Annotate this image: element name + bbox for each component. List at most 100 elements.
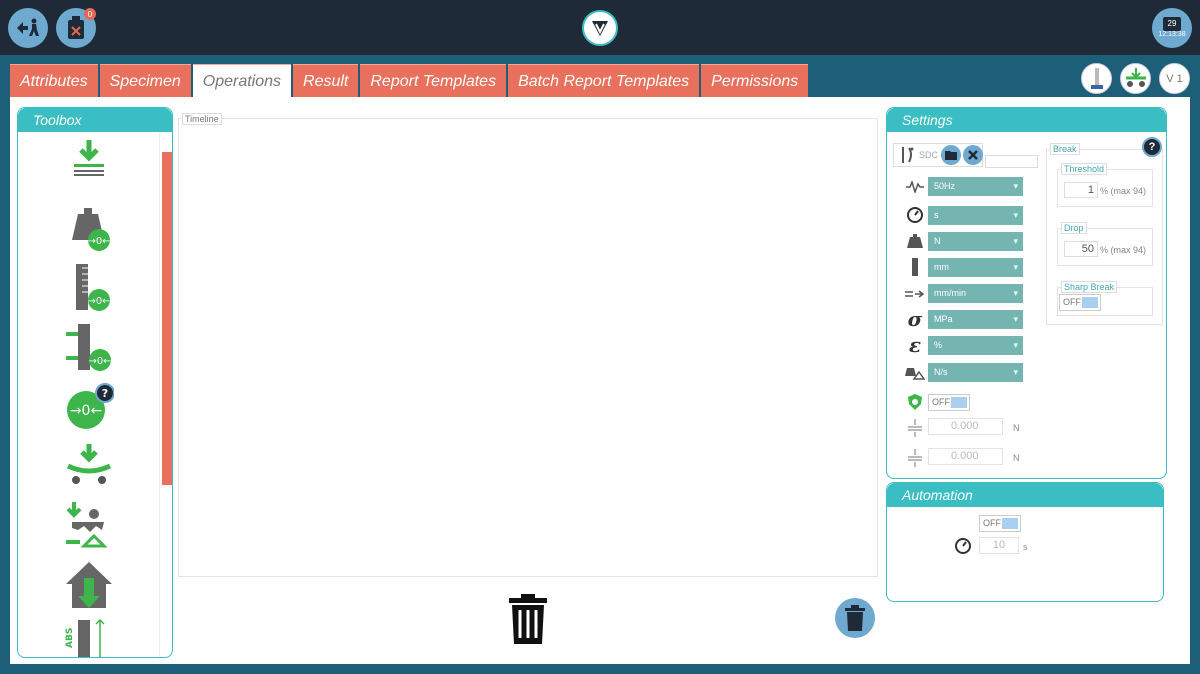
automation-toggle[interactable]: OFF — [979, 515, 1021, 532]
tab-batch-report-templates[interactable]: Batch Report Templates — [508, 64, 700, 97]
toolbox-divider — [159, 132, 160, 657]
help-icon: ? — [1148, 141, 1156, 153]
tool-zero-force[interactable]: →0← — [64, 202, 114, 252]
tool-zero-all[interactable]: →0← ? — [64, 382, 115, 432]
toolbox-title: Toolbox — [18, 108, 172, 132]
sdc-label: SDC — [919, 150, 939, 160]
limit-lower-input[interactable]: 0.000 — [928, 448, 1003, 465]
svg-text:→0←: →0← — [70, 403, 102, 419]
calendar-icon: 29 — [1163, 16, 1181, 31]
speed-unit-select[interactable]: mm/min — [928, 284, 1023, 303]
tool-break-detect[interactable] — [64, 500, 114, 550]
protection-icon — [905, 392, 925, 412]
svg-text:→0←: →0← — [87, 236, 110, 247]
time-unit-select[interactable]: s — [928, 206, 1023, 225]
strain-unit-select[interactable]: % — [928, 336, 1023, 355]
test-frame-button[interactable] — [1081, 63, 1112, 94]
limit-upper-icon — [905, 418, 925, 438]
tool-zero-position[interactable]: →0← — [64, 262, 114, 312]
drop-input[interactable]: 50 — [1064, 241, 1098, 257]
tab-report-templates[interactable]: Report Templates — [360, 64, 507, 97]
tab-operations[interactable]: Operations — [192, 64, 292, 97]
drop-hint: % (max 94) — [1100, 245, 1147, 255]
strain-unit-icon: ε — [908, 333, 922, 357]
tool-zero-extension[interactable]: →0← — [64, 322, 114, 372]
sdc-input[interactable] — [985, 155, 1038, 168]
sharp-break-toggle-label: OFF — [1063, 297, 1081, 307]
tool-approach[interactable] — [64, 138, 114, 188]
force-rate-unit-select[interactable]: N/s — [928, 363, 1023, 382]
length-unit-select[interactable]: mm — [928, 258, 1023, 277]
trash-icon — [509, 594, 547, 644]
toolbox-panel: Toolbox →0← →0← →0← →0← ? ABS — [17, 107, 173, 658]
timeline-area[interactable]: Timeline — [178, 113, 878, 577]
stress-unit-select[interactable]: MPa — [928, 310, 1023, 329]
automation-seconds-input[interactable]: 10 — [979, 537, 1019, 554]
limit-lower-icon — [905, 448, 925, 468]
logo-icon — [592, 21, 608, 36]
limit-upper-unit: N — [1013, 423, 1020, 433]
tool-flexure[interactable] — [64, 442, 114, 492]
sdc-remove-button[interactable] — [963, 145, 983, 165]
sdc-folder-button[interactable] — [941, 145, 961, 165]
abs-ruler-icon: ABS — [65, 618, 105, 657]
flexure-icon — [66, 444, 112, 484]
limit-upper-input[interactable]: 0.000 — [928, 418, 1003, 435]
calendar-clock-button[interactable]: 29 12:13:38 — [1152, 8, 1192, 48]
sample-rate-icon — [905, 177, 925, 197]
protection-toggle-label: OFF — [932, 397, 950, 407]
automation-timer-icon — [954, 537, 972, 560]
toggle-knob — [1082, 297, 1098, 308]
exit-icon — [17, 18, 39, 36]
protection-toggle[interactable]: OFF — [928, 394, 970, 411]
calendar-day: 29 — [1167, 18, 1177, 28]
tab-specimen[interactable]: Specimen — [99, 64, 191, 97]
trash-drop-zone[interactable] — [509, 594, 547, 644]
sharp-break-toggle[interactable]: OFF — [1059, 294, 1101, 311]
stress-unit-icon: σ — [907, 307, 923, 331]
header-actions: V 1 — [1081, 63, 1190, 94]
app-logo — [582, 10, 618, 46]
speed-unit-icon — [905, 284, 925, 304]
tab-bar: Attributes Specimen Operations Result Re… — [10, 64, 810, 97]
break-help-button[interactable]: ? — [1142, 137, 1162, 157]
toolbox-scrollbar[interactable] — [162, 152, 172, 485]
length-unit-icon — [905, 257, 925, 277]
force-unit-select[interactable]: N — [928, 232, 1023, 251]
threshold-input[interactable]: 1 — [1064, 182, 1098, 198]
extension-zero-icon: →0← — [66, 324, 112, 371]
automation-seconds-unit: s — [1023, 542, 1028, 552]
extensometer-icon — [902, 147, 914, 163]
timeline-label: Timeline — [182, 113, 222, 125]
toggle-knob — [951, 397, 967, 408]
automation-toggle-label: OFF — [983, 518, 1001, 528]
drop-label: Drop — [1061, 222, 1087, 234]
folder-icon — [945, 151, 957, 160]
sample-rate-select[interactable]: 50Hz — [928, 177, 1023, 196]
settings-title: Settings — [887, 108, 1166, 132]
test-machine-icon — [1090, 67, 1103, 89]
tool-absolute-position[interactable]: ABS — [64, 618, 114, 657]
tab-result[interactable]: Result — [293, 64, 359, 97]
threshold-label: Threshold — [1061, 163, 1108, 175]
close-icon — [968, 150, 978, 160]
limit-lower-unit: N — [1013, 453, 1020, 463]
version-button[interactable]: V 1 — [1159, 63, 1190, 94]
usb-badge: 0 — [84, 8, 96, 20]
home-icon — [66, 562, 112, 608]
toggle-knob — [1002, 518, 1018, 529]
fixture-button[interactable] — [1120, 63, 1151, 94]
clear-timeline-button[interactable] — [835, 598, 875, 638]
usb-drive-icon — [68, 16, 84, 39]
sharp-break-label: Sharp Break — [1061, 281, 1118, 293]
tab-attributes[interactable]: Attributes — [10, 64, 98, 97]
svg-text:→0←: →0← — [88, 356, 111, 367]
automation-title: Automation — [887, 483, 1163, 507]
weight-zero-icon: →0← — [72, 208, 111, 251]
tab-permissions[interactable]: Permissions — [701, 64, 809, 97]
fixture-icon — [1125, 67, 1146, 87]
exit-button[interactable] — [8, 8, 48, 48]
tool-return-home[interactable] — [64, 560, 114, 610]
threshold-hint: % (max 94) — [1100, 186, 1147, 196]
zero-icon: →0← ? — [67, 383, 115, 429]
